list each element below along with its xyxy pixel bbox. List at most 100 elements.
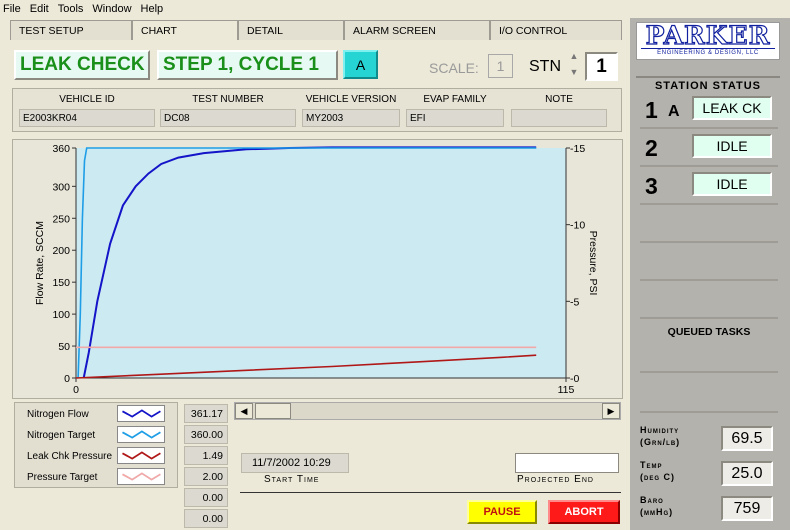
evap-family-value[interactable]: EFI	[406, 109, 504, 127]
y2-tick-label: -5	[570, 296, 579, 308]
tab-test-setup[interactable]: TEST SETUP	[10, 20, 132, 40]
env-unit: (Grn/lb)	[640, 437, 681, 447]
tab-io-control[interactable]: I/O CONTROL	[490, 20, 622, 40]
field-header: NOTE	[545, 94, 573, 105]
env-label: Temp	[640, 460, 663, 470]
tab-bar: TEST SETUP CHART DETAIL ALARM SCREEN I/O…	[10, 20, 622, 40]
divider	[240, 492, 621, 493]
station-row-3[interactable]: 3 IDLE	[640, 169, 778, 205]
abort-button[interactable]: ABORT	[548, 500, 620, 524]
vehicle-version-value[interactable]: MY2003	[302, 109, 400, 127]
station-letter: A	[668, 103, 680, 120]
menu-help[interactable]: Help	[141, 3, 164, 15]
station-row-2[interactable]: 2 IDLE	[640, 131, 778, 167]
env-unit: (mmHg)	[640, 507, 674, 517]
start-time-display: 11/7/2002 10:29	[241, 453, 349, 473]
menu-file[interactable]: File	[3, 3, 21, 15]
legend-label: Nitrogen Target	[27, 430, 96, 441]
step-display: STEP 1, CYCLE 1	[157, 50, 338, 80]
tab-alarm-screen[interactable]: ALARM SCREEN	[344, 20, 490, 40]
humidity-value: 69.5	[721, 426, 773, 451]
nitrogen-flow-value: 361.17	[184, 404, 228, 423]
pressure-target-value: 2.00	[184, 467, 228, 486]
temp-label: Temp (deg C)	[640, 459, 720, 483]
scroll-thumb[interactable]	[255, 403, 291, 419]
projected-end-label: Projected End	[517, 474, 594, 485]
legend-label: Leak Chk Pressure	[27, 451, 113, 462]
flow-pressure-chart: 050100150200250300360-0-5-10-150 115Flow …	[34, 143, 599, 396]
scale-label: SCALE:	[429, 60, 479, 76]
field-header: VEHICLE ID	[59, 94, 115, 105]
scroll-right-icon[interactable]: ▶	[602, 403, 620, 419]
y-tick-label: 0	[64, 373, 70, 385]
chart-scrollbar[interactable]: ◀ ▶	[234, 402, 621, 420]
x-tick-label: 0	[73, 384, 79, 396]
scale-input[interactable]: 1	[488, 54, 513, 78]
temp-value: 25.0	[721, 461, 773, 486]
spin-up-icon[interactable]: ▲	[567, 48, 581, 64]
field-header: TEST NUMBER	[192, 94, 264, 105]
station-row-1[interactable]: 1 A LEAK CK	[640, 93, 778, 129]
y-tick-label: 250	[52, 213, 70, 225]
test-number-value[interactable]: DC08	[160, 109, 296, 127]
pressure-target-swatch-icon	[117, 468, 165, 485]
legend-label: Pressure Target	[27, 472, 98, 483]
menu-window[interactable]: Window	[92, 3, 131, 15]
extra-value-1: 0.00	[184, 488, 228, 507]
projected-end-display	[515, 453, 619, 473]
vehicle-id-field: VEHICLE ID E2003KR04	[19, 94, 155, 134]
y2-axis-label: Pressure, PSI	[587, 231, 599, 296]
nitrogen-target-swatch-icon	[117, 426, 165, 443]
station-number: 3	[645, 173, 658, 199]
start-time-label: Start Time	[264, 474, 320, 485]
chart-panel: 0 50 100 150 200 250 300 360 -0 -5 -10 -15 0 115 Flow …	[12, 139, 623, 399]
test-number-field: TEST NUMBER DC08	[160, 94, 296, 134]
station-status-title: STATION STATUS	[636, 76, 780, 92]
tab-detail[interactable]: DETAIL	[238, 20, 344, 40]
legend-row[interactable]: Leak Chk Pressure	[15, 445, 179, 466]
extra-value-2: 0.00	[184, 509, 228, 528]
empty-row	[640, 207, 778, 243]
station-status-value: LEAK CK	[692, 96, 772, 120]
queued-tasks-area	[640, 321, 778, 373]
y-axis-label: Flow Rate, SCCM	[34, 221, 46, 305]
legend-row[interactable]: Nitrogen Flow	[15, 403, 179, 424]
logo-name: PARKER	[645, 21, 771, 50]
menu-bar: File Edit Tools Window Help	[0, 0, 790, 18]
pause-button[interactable]: PAUSE	[467, 500, 537, 524]
leak-pressure-value: 1.49	[184, 446, 228, 465]
chart-legend: Nitrogen Flow Nitrogen Target Leak Chk P…	[14, 402, 178, 488]
baro-value: 759	[721, 496, 773, 521]
station-number-input[interactable]: 1	[585, 52, 618, 81]
y-tick-label: 50	[58, 341, 70, 353]
nitrogen-flow-swatch-icon	[117, 405, 165, 422]
y2-tick-label: -10	[570, 220, 585, 232]
menu-tools[interactable]: Tools	[58, 3, 84, 15]
legend-row[interactable]: Nitrogen Target	[15, 424, 179, 445]
station-number: 1	[645, 97, 658, 123]
menu-edit[interactable]: Edit	[30, 3, 49, 15]
station-letter-button[interactable]: A	[343, 50, 378, 79]
stn-spinner[interactable]: ▲ ▼	[567, 48, 581, 82]
env-label: Humidity	[640, 425, 680, 435]
y2-tick-label: -15	[570, 143, 585, 155]
legend-label: Nitrogen Flow	[27, 409, 89, 420]
evap-family-field: EVAP FAMILY EFI	[406, 94, 504, 134]
note-value[interactable]	[511, 109, 607, 127]
spin-down-icon[interactable]: ▼	[567, 64, 581, 80]
scroll-left-icon[interactable]: ◀	[235, 403, 253, 419]
field-header: VEHICLE VERSION	[305, 94, 397, 105]
x-tick-label: 115	[558, 384, 575, 396]
logo-subtitle: ENGINEERING & DESIGN, LLC	[641, 48, 775, 56]
y-tick-label: 100	[52, 309, 70, 321]
env-unit: (deg C)	[640, 472, 675, 482]
env-label: Baro	[640, 495, 664, 505]
company-logo: PARKER ENGINEERING & DESIGN, LLC	[636, 22, 780, 60]
legend-row[interactable]: Pressure Target	[15, 466, 179, 487]
mode-display: LEAK CHECK	[14, 50, 150, 80]
humidity-label: Humidity (Grn/lb)	[640, 424, 720, 448]
vehicle-id-value[interactable]: E2003KR04	[19, 109, 155, 127]
plot-area	[76, 148, 566, 378]
tab-chart[interactable]: CHART	[132, 20, 238, 40]
nitrogen-target-value: 360.00	[184, 425, 228, 444]
